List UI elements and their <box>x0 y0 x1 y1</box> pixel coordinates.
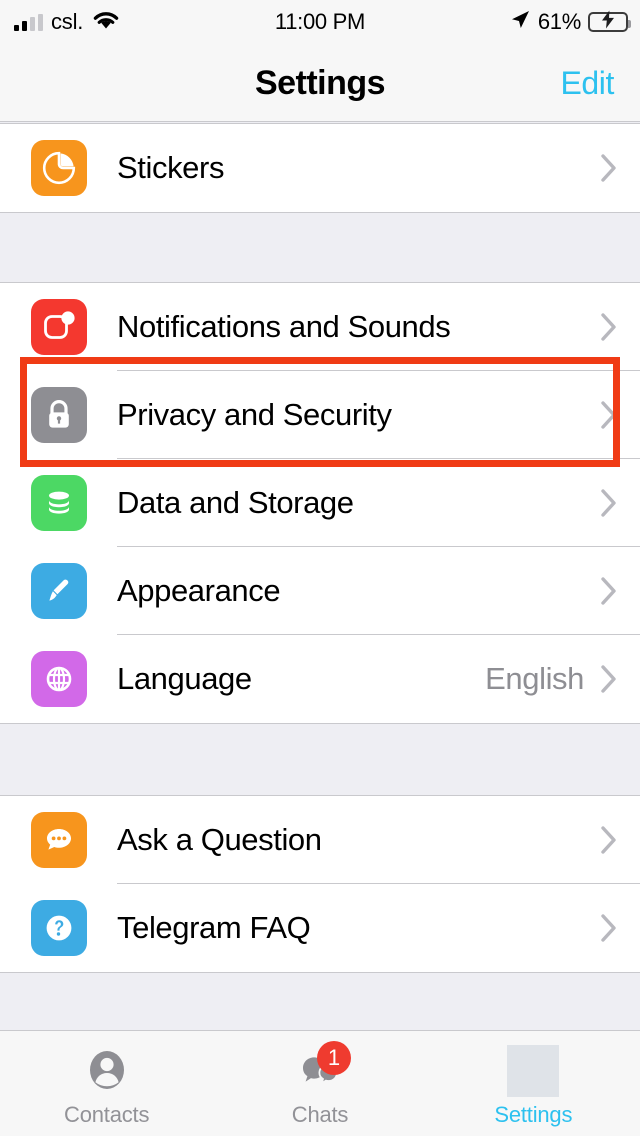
row-label: Notifications and Sounds <box>117 309 451 344</box>
chevron-right-icon <box>600 153 618 183</box>
tab-chats[interactable]: 1 Chats <box>213 1031 426 1136</box>
phone-screen: csl. 11:00 PM 61% Settings Edit Stickers… <box>0 0 640 1136</box>
tab-label: Contacts <box>64 1102 150 1127</box>
chevron-right-icon <box>600 312 618 342</box>
database-icon <box>30 475 87 531</box>
chevron-right-icon <box>600 913 618 943</box>
chats-unread-badge: 1 <box>316 1041 351 1075</box>
preferences-group: Notifications and Sounds Privacy and Sec… <box>0 282 640 724</box>
row-icon-container <box>0 812 117 868</box>
chevron-right-icon <box>600 664 618 694</box>
settings-row-telegram-faq[interactable]: Telegram FAQ <box>0 884 640 972</box>
settings-row-data-and-storage[interactable]: Data and Storage <box>0 459 640 547</box>
row-label: Appearance <box>117 573 281 608</box>
settings-row-stickers[interactable]: Stickers <box>0 124 640 212</box>
paintbrush-icon <box>30 563 87 619</box>
settings-row-appearance[interactable]: Appearance <box>0 547 640 635</box>
settings-list: Stickers Notifications and Sounds Privac… <box>0 123 640 1030</box>
question-mark-icon <box>30 900 87 956</box>
settings-row-language[interactable]: Language English <box>0 635 640 723</box>
row-icon-container <box>0 140 117 196</box>
globe-icon <box>30 651 87 707</box>
section-gap <box>0 724 640 795</box>
row-label: Ask a Question <box>117 822 322 857</box>
battery-icon <box>588 10 631 34</box>
row-label: Data and Storage <box>117 485 354 520</box>
tab-label: Settings <box>494 1102 573 1127</box>
status-bar: csl. 11:00 PM 61% <box>0 0 640 44</box>
clock-label: 11:00 PM <box>274 9 366 34</box>
chat-bubble-icon <box>30 812 87 868</box>
row-icon-container <box>0 900 117 956</box>
row-icon-container <box>0 387 117 443</box>
section-gap <box>0 213 640 282</box>
lock-icon <box>30 387 87 443</box>
sticker-icon <box>30 140 87 196</box>
tab-contacts[interactable]: Contacts <box>0 1031 213 1136</box>
tab-settings[interactable]: Settings <box>427 1031 640 1136</box>
charging-bolt-icon <box>601 10 615 34</box>
row-label: Telegram FAQ <box>117 910 311 945</box>
page-title: Settings <box>254 63 386 102</box>
row-value-language: English <box>485 661 584 696</box>
row-label: Language <box>117 661 252 696</box>
settings-row-ask-a-question[interactable]: Ask a Question <box>0 796 640 884</box>
row-label: Stickers <box>117 150 225 185</box>
settings-row-privacy-and-security[interactable]: Privacy and Security <box>0 371 640 459</box>
stickers-group: Stickers <box>0 123 640 213</box>
chevron-right-icon <box>600 488 618 518</box>
chevron-right-icon <box>600 825 618 855</box>
chevron-right-icon <box>600 400 618 430</box>
row-icon-container <box>0 651 117 707</box>
edit-button[interactable]: Edit <box>560 44 614 122</box>
notification-icon <box>30 299 87 355</box>
location-arrow-icon <box>509 9 531 36</box>
row-icon-container <box>0 563 117 619</box>
settings-row-notifications-and-sounds[interactable]: Notifications and Sounds <box>0 283 640 371</box>
status-bar-right: 61% <box>509 0 631 44</box>
row-icon-container <box>0 475 117 531</box>
tab-label: Chats <box>291 1102 349 1127</box>
help-group: Ask a Question Telegram FAQ <box>0 795 640 973</box>
row-label: Privacy and Security <box>117 397 392 432</box>
tab-bar: Contacts 1 Chats Settings <box>0 1030 640 1136</box>
navigation-bar: Settings Edit <box>0 44 640 122</box>
battery-percent-label: 61% <box>537 9 581 34</box>
chats-icon: 1 <box>291 1041 351 1097</box>
person-icon <box>78 1045 136 1097</box>
row-icon-container <box>0 299 117 355</box>
chevron-right-icon <box>600 576 618 606</box>
settings-placeholder-icon <box>504 1045 562 1097</box>
